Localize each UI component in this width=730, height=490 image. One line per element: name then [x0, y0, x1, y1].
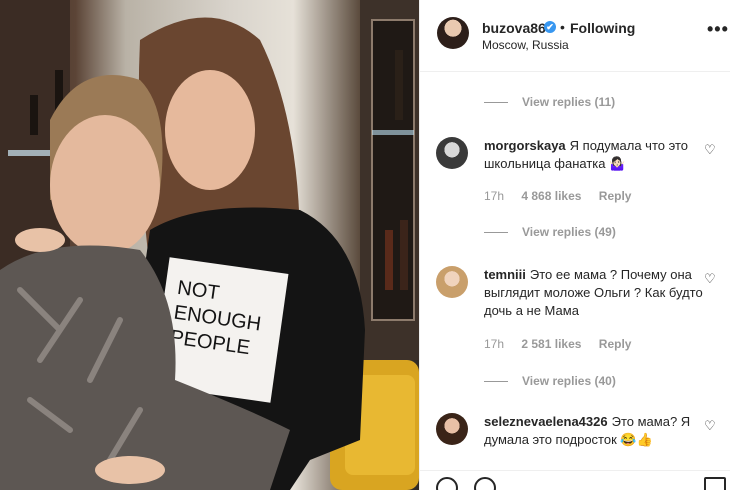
comments-panel: buzova86 ✔ • Following Moscow, Russia ••… — [419, 0, 730, 490]
replies-line — [484, 232, 508, 234]
following-button[interactable]: Following — [570, 20, 635, 36]
view-replies-button[interactable]: View replies (40) — [484, 374, 616, 390]
view-replies-button[interactable]: View replies (49) — [484, 225, 616, 241]
post-location[interactable]: Moscow, Russia — [482, 38, 569, 52]
like-icon[interactable] — [436, 477, 458, 490]
comment-item: temniii Это ее мама ? Почему она выглядит… — [436, 266, 726, 356]
author-avatar[interactable] — [437, 17, 469, 49]
photo-illustration: NOT ENOUGH PEOPLE — [0, 0, 419, 490]
author-username[interactable]: buzova86 — [482, 20, 546, 36]
view-replies-label: View replies (40) — [522, 374, 616, 388]
comment-likes[interactable]: 4 868 likes — [521, 189, 581, 203]
reply-button[interactable]: Reply — [599, 189, 632, 203]
comment-time[interactable]: 17h — [484, 337, 504, 351]
comment-text-block: seleznevaelena4326 Это мама? Я думала это… — [484, 413, 704, 449]
commenter-avatar[interactable] — [436, 266, 468, 298]
comment-likes[interactable]: 2 581 likes — [521, 337, 581, 351]
comment-icon[interactable] — [474, 477, 496, 490]
commenter-avatar[interactable] — [436, 137, 468, 169]
commenter-username[interactable]: morgorskaya — [484, 138, 566, 153]
reply-button[interactable]: Reply — [599, 337, 632, 351]
comment-meta: 17h 2 581 likes Reply — [484, 337, 645, 351]
like-heart-icon[interactable]: ♡ — [704, 419, 718, 433]
comment-time[interactable]: 17h — [484, 189, 504, 203]
comment-meta: 17h 4 868 likes Reply — [484, 189, 645, 203]
post-header: buzova86 ✔ • Following Moscow, Russia ••… — [420, 0, 730, 72]
like-heart-icon[interactable]: ♡ — [704, 143, 718, 157]
commenter-username[interactable]: seleznevaelena4326 — [484, 414, 608, 429]
comment-item: seleznevaelena4326 Это мама? Я думала это… — [436, 413, 726, 463]
view-replies-label: View replies (49) — [522, 225, 616, 239]
replies-line — [484, 102, 508, 104]
comment-text-block: morgorskaya Я подумала что это школьница … — [484, 137, 704, 173]
header-separator: • — [560, 19, 565, 35]
commenter-avatar[interactable] — [436, 413, 468, 445]
verified-badge-icon: ✔ — [544, 21, 556, 33]
more-options-icon[interactable]: ••• — [707, 20, 729, 38]
comment-text-block: temniii Это ее мама ? Почему она выглядит… — [484, 266, 704, 320]
view-replies-button[interactable]: View replies (11) — [484, 95, 615, 111]
like-heart-icon[interactable]: ♡ — [704, 272, 718, 286]
comment-item: morgorskaya Я подумала что это школьница … — [436, 137, 726, 207]
commenter-username[interactable]: temniii — [484, 267, 526, 282]
save-bookmark-icon[interactable] — [704, 477, 726, 490]
post-actions-bar — [420, 470, 730, 490]
replies-line — [484, 381, 508, 383]
post-photo[interactable]: NOT ENOUGH PEOPLE — [0, 0, 419, 490]
view-replies-label: View replies (11) — [522, 95, 616, 109]
